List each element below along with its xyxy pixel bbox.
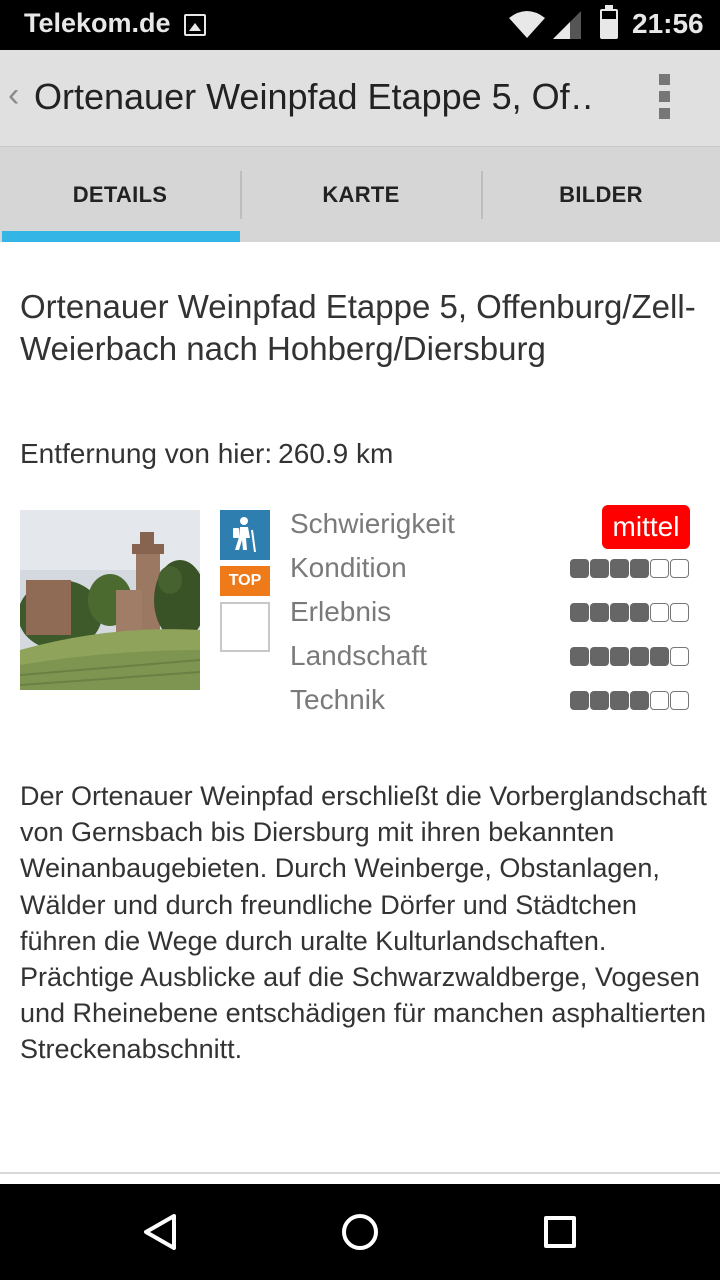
rating-dot-empty: [650, 603, 669, 622]
hiking-icon: [220, 510, 270, 560]
rating-dot-filled: [590, 603, 609, 622]
top-badge: TOP: [220, 566, 270, 596]
clock: 21:56: [632, 8, 704, 39]
overflow-menu-icon[interactable]: [652, 74, 676, 126]
details-content[interactable]: Ortenauer Weinpfad Etappe 5, Offenburg/Z…: [0, 242, 720, 1184]
wifi-icon: [509, 11, 545, 38]
rating-dot-filled: [610, 559, 629, 578]
rating-dot-filled: [570, 691, 589, 710]
rating-dot-filled: [610, 647, 629, 666]
rating-dot-empty: [670, 691, 689, 710]
action-bar-title[interactable]: Ortenauer Weinpfad Etappe 5, Of…: [34, 76, 594, 118]
rating-label-kondition: Kondition: [290, 552, 407, 583]
rating-dot-empty: [650, 559, 669, 578]
rating-dot-filled: [570, 559, 589, 578]
rating-dot-empty: [670, 603, 689, 622]
distance-value: 260.9 km: [278, 438, 394, 469]
gallery-icon: [184, 14, 206, 36]
rating-dot-filled: [630, 603, 649, 622]
status-bar: Telekom.de 21:56: [0, 0, 720, 50]
rating-dots-kondition: [570, 559, 689, 578]
rating-dot-filled: [630, 647, 649, 666]
rating-dot-filled: [570, 603, 589, 622]
tab-karte[interactable]: KARTE: [241, 147, 481, 243]
rating-dot-filled: [590, 691, 609, 710]
carrier-name: Telekom.de: [24, 8, 171, 38]
rating-dot-filled: [630, 691, 649, 710]
battery-icon: [600, 5, 618, 39]
tab-bar: DETAILS KARTE BILDER: [0, 146, 720, 243]
rating-dot-filled: [610, 691, 629, 710]
tour-title: Ortenauer Weinpfad Etappe 5, Offenburg/Z…: [20, 288, 696, 367]
navigation-bar: [0, 1184, 720, 1280]
tour-description: Der Ortenauer Weinpfad erschließt die Vo…: [20, 781, 707, 1065]
rating-dot-filled: [650, 647, 669, 666]
action-bar: ‹ Ortenauer Weinpfad Etappe 5, Of…: [0, 50, 720, 146]
content-divider: [0, 1172, 720, 1174]
rating-label-schwierigkeit: Schwierigkeit: [290, 508, 455, 539]
rating-dot-filled: [610, 603, 629, 622]
rating-label-technik: Technik: [290, 684, 385, 715]
rating-dots-landschaft: [570, 647, 689, 666]
rating-dot-filled: [590, 647, 609, 666]
back-icon[interactable]: [140, 1212, 180, 1252]
rating-label-erlebnis: Erlebnis: [290, 596, 392, 627]
tour-photo[interactable]: [20, 510, 200, 690]
rating-dot-filled: [570, 647, 589, 666]
empty-badge: [220, 602, 270, 652]
rating-dot-empty: [670, 647, 689, 666]
rating-dots-technik: [570, 691, 689, 710]
rating-dot-empty: [670, 559, 689, 578]
rating-label-landschaft: Landschaft: [290, 640, 427, 671]
rating-dot-filled: [590, 559, 609, 578]
recents-icon[interactable]: [544, 1216, 576, 1248]
tab-bilder[interactable]: BILDER: [482, 147, 720, 243]
distance-label: Entfernung von hier:: [20, 438, 273, 469]
distance-row: Entfernung von hier: 260.9 km: [20, 438, 393, 470]
rating-dot-empty: [650, 691, 669, 710]
rating-dot-filled: [630, 559, 649, 578]
tab-details[interactable]: DETAILS: [0, 147, 240, 243]
home-icon[interactable]: [342, 1214, 378, 1250]
rating-dots-erlebnis: [570, 603, 689, 622]
back-chevron-icon[interactable]: ‹: [8, 76, 19, 115]
signal-icon: [553, 11, 581, 39]
difficulty-badge: mittel: [602, 505, 690, 549]
